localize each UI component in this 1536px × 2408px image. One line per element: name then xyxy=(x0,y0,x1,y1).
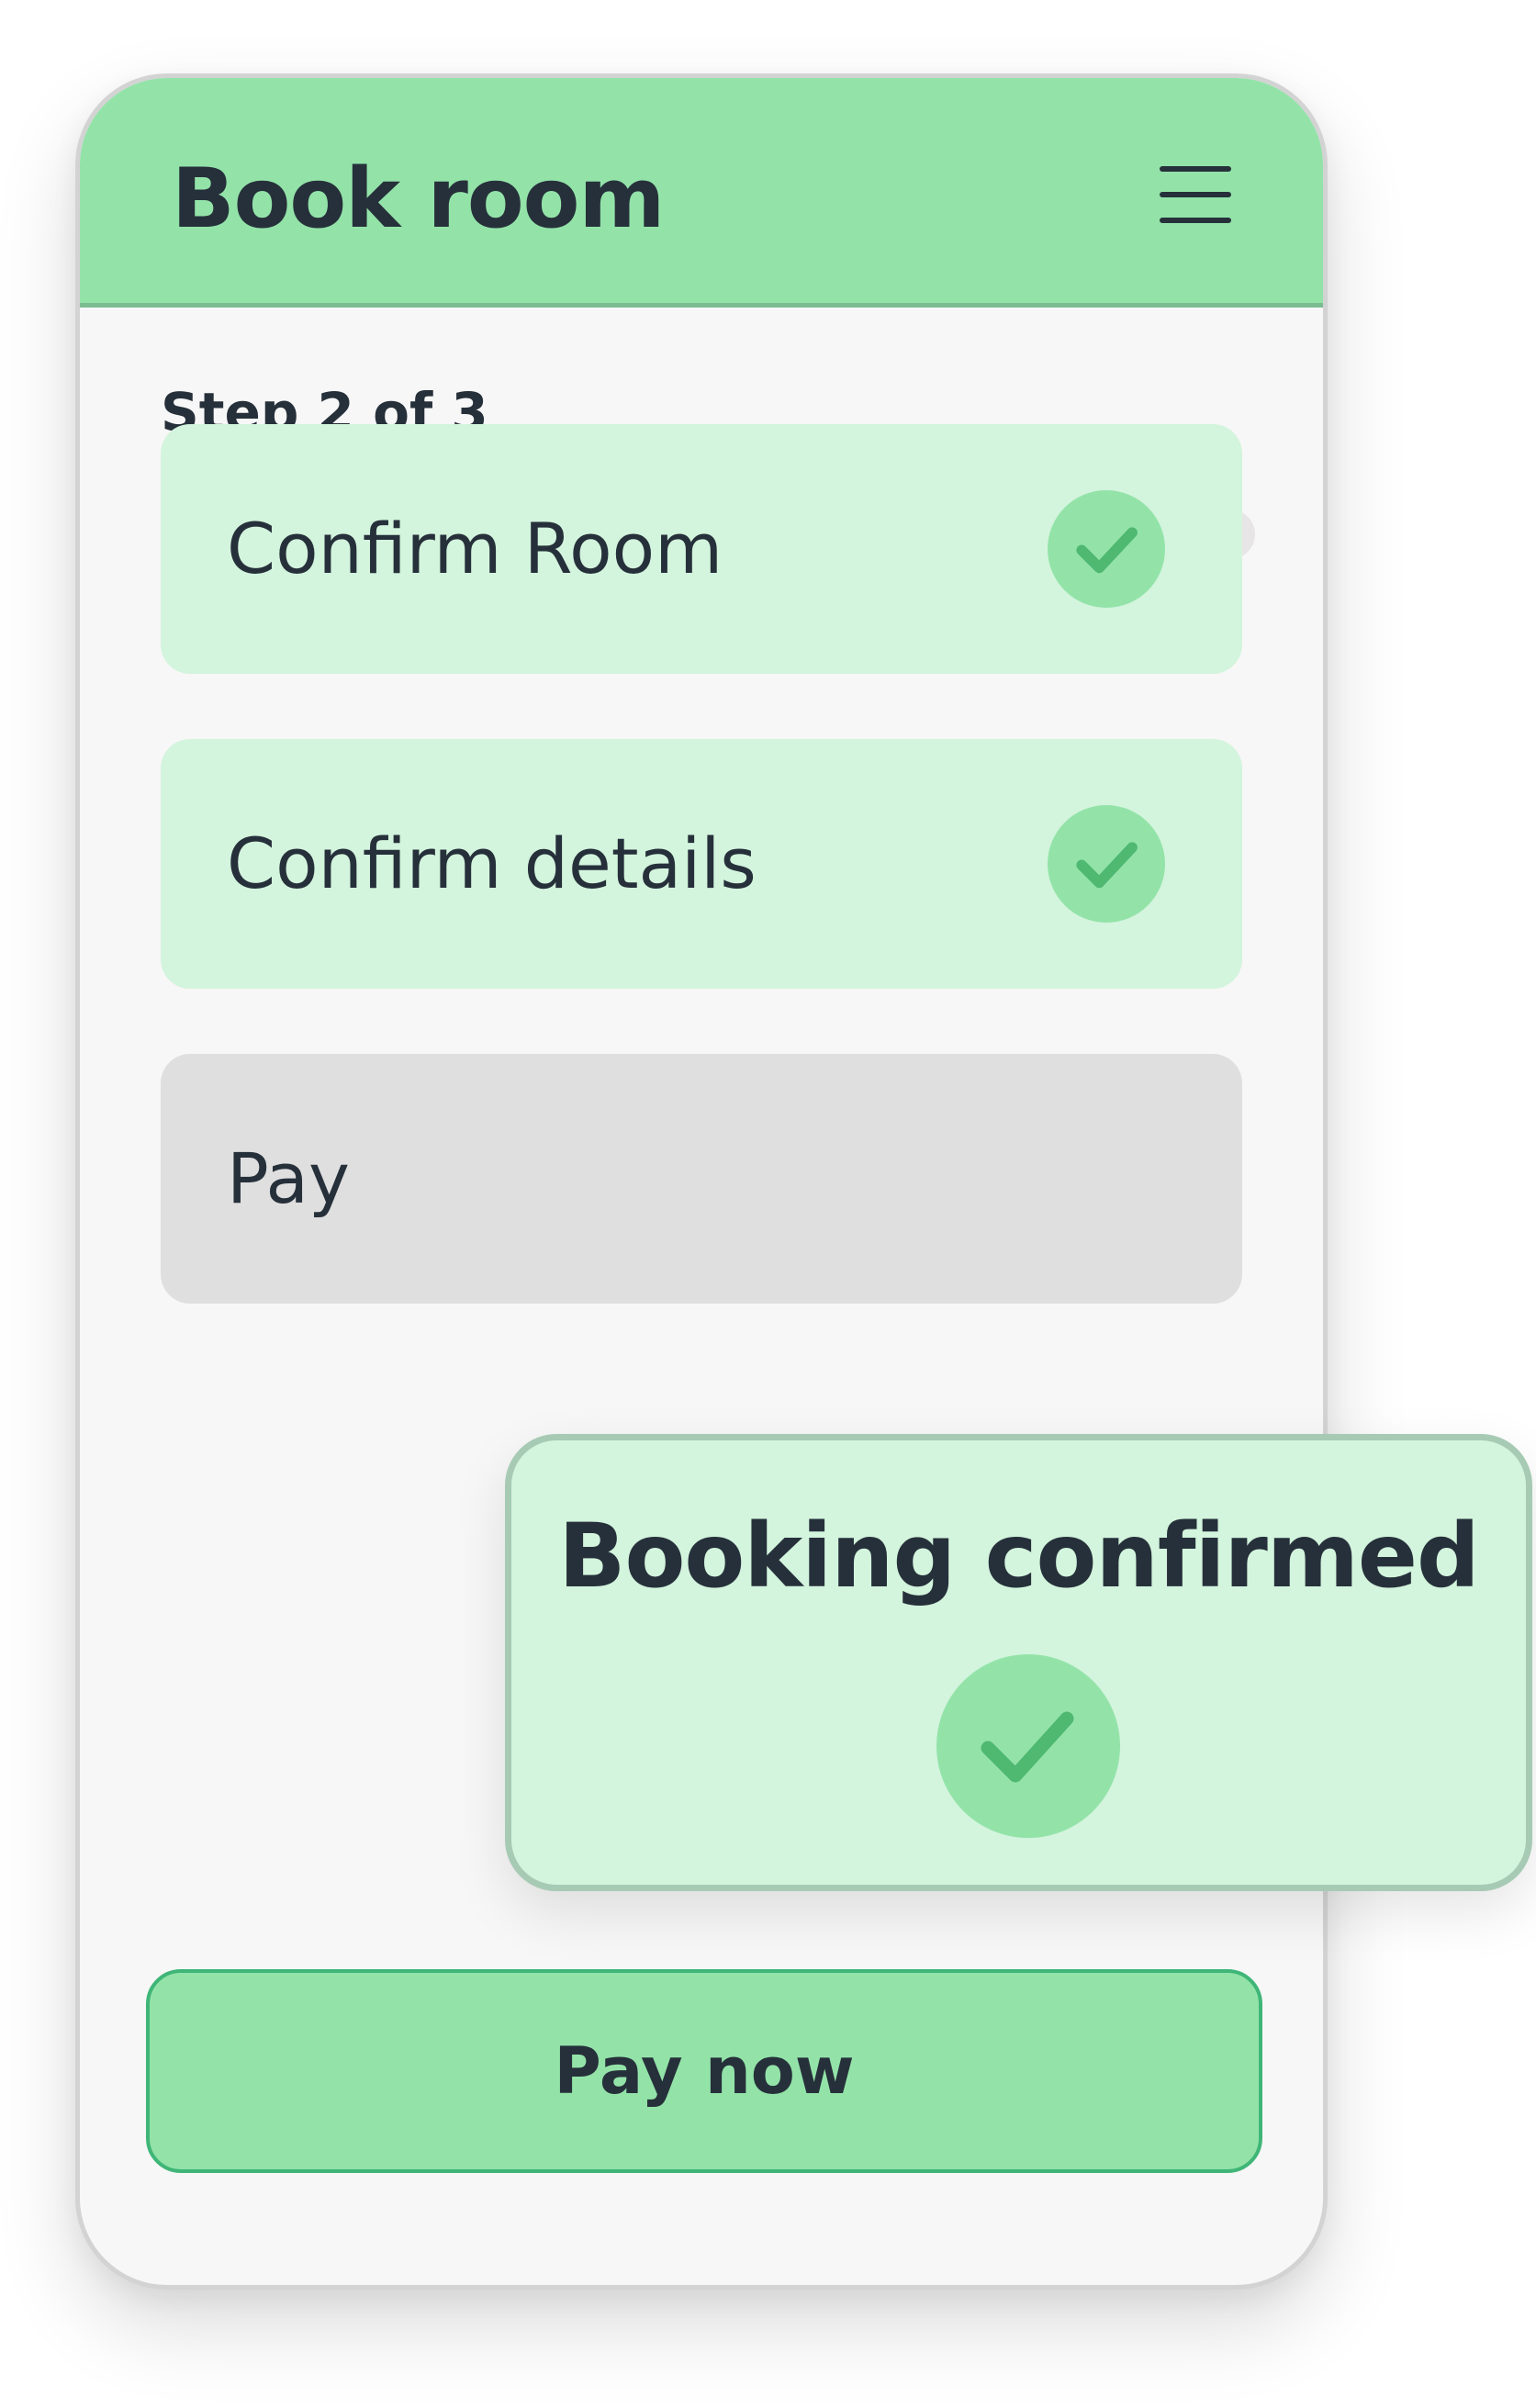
page-title: Book room xyxy=(172,151,665,247)
app-header: Book room xyxy=(80,78,1323,308)
step-card-label: Pay xyxy=(227,1137,350,1219)
check-icon xyxy=(936,1654,1120,1838)
step-card-confirm-details[interactable]: Confirm details xyxy=(161,739,1242,989)
toast-title: Booking confirmed xyxy=(558,1505,1479,1607)
phone-frame: Book room Step 2 of 3 Confirm Room Confi… xyxy=(75,73,1328,2290)
menu-line xyxy=(1160,192,1231,197)
step-card-pay[interactable]: Pay xyxy=(161,1054,1242,1304)
step-card-label: Confirm Room xyxy=(227,508,723,589)
menu-line xyxy=(1160,166,1231,172)
hamburger-menu-icon[interactable] xyxy=(1160,166,1231,223)
step-card-label: Confirm details xyxy=(227,823,757,904)
check-icon xyxy=(1048,805,1165,923)
pay-now-button[interactable]: Pay now xyxy=(146,1969,1262,2173)
check-icon xyxy=(1048,490,1165,608)
step-card-confirm-room[interactable]: Confirm Room xyxy=(161,424,1242,674)
booking-confirmed-toast: Booking confirmed xyxy=(505,1434,1532,1891)
menu-line xyxy=(1160,218,1231,223)
